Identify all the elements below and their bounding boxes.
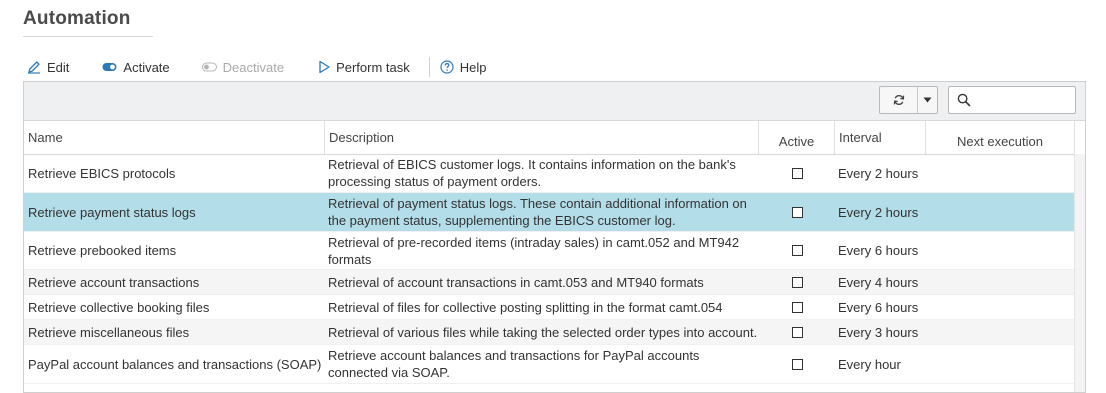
play-icon xyxy=(319,60,330,74)
cell-active xyxy=(760,193,834,231)
active-checkbox[interactable] xyxy=(791,167,803,179)
toggle-off-icon xyxy=(201,62,217,72)
toggle-on-icon xyxy=(102,63,117,71)
cell-interval: Every hour xyxy=(838,356,901,372)
search-input[interactable] xyxy=(977,90,1073,112)
help-circle-icon xyxy=(440,60,454,74)
automation-grid: Name Description Active Interval Next ex… xyxy=(23,81,1086,393)
cell-description: Retrieval of various files while taking … xyxy=(328,324,758,340)
cell-name: Retrieve miscellaneous files xyxy=(28,324,190,340)
deactivate-button[interactable]: Deactivate xyxy=(201,59,285,75)
page-title: Automation xyxy=(23,8,131,29)
activate-label: Activate xyxy=(123,59,170,75)
table-row[interactable]: Retrieve payment status logs Retrieval o… xyxy=(24,193,1074,232)
activate-button[interactable]: Activate xyxy=(102,59,170,75)
cell-description: Retrieval of files for collective postin… xyxy=(328,299,723,315)
search-field[interactable] xyxy=(948,86,1076,114)
cell-description: Retrieval of account transactions in cam… xyxy=(328,274,704,290)
cell-active xyxy=(760,295,834,319)
table-row[interactable]: Retrieve collective booking files Retrie… xyxy=(24,295,1074,320)
cell-active xyxy=(760,270,834,294)
table-row[interactable]: Retrieve miscellaneous files Retrieval o… xyxy=(24,320,1074,345)
column-header-next-execution-label: Next execution xyxy=(957,134,1043,149)
column-header-interval-label: Interval xyxy=(839,130,882,145)
cell-interval: Every 4 hours xyxy=(838,274,919,290)
deactivate-label: Deactivate xyxy=(222,59,285,75)
cell-name: PayPal account balances and transactions… xyxy=(28,356,322,372)
edit-label: Edit xyxy=(47,59,70,75)
refresh-dropdown-button[interactable] xyxy=(917,87,937,113)
column-header-interval[interactable]: Interval xyxy=(835,121,926,154)
active-checkbox[interactable] xyxy=(791,301,803,313)
cell-active xyxy=(760,320,834,344)
cell-name: Retrieve prebooked items xyxy=(28,243,177,258)
table-row[interactable]: Retrieve prebooked items Retrieval of pr… xyxy=(24,232,1074,270)
perform-task-label: Perform task xyxy=(336,59,410,75)
active-checkbox[interactable] xyxy=(791,326,803,338)
refresh-button[interactable] xyxy=(880,87,918,113)
cell-interval: Every 3 hours xyxy=(838,324,919,340)
active-checkbox[interactable] xyxy=(791,276,803,288)
active-checkbox[interactable] xyxy=(791,358,803,370)
column-header-active[interactable]: Active xyxy=(759,121,835,154)
column-header-active-label: Active xyxy=(778,134,815,149)
column-header-name[interactable]: Name xyxy=(24,121,325,154)
toolbar-separator xyxy=(428,57,430,77)
column-header-next-execution[interactable]: Next execution xyxy=(926,121,1075,154)
cell-active xyxy=(760,154,834,192)
caret-down-icon xyxy=(923,97,931,103)
column-header-name-label: Name xyxy=(28,130,63,145)
table-row[interactable]: Retrieve EBICS protocols Retrieval of EB… xyxy=(24,154,1074,193)
refresh-icon xyxy=(893,95,904,105)
search-icon xyxy=(957,93,971,107)
column-header-description[interactable]: Description xyxy=(325,121,759,154)
perform-task-button[interactable]: Perform task xyxy=(318,60,410,75)
cell-description: Retrieval of EBICS customer logs. It con… xyxy=(328,157,736,189)
cell-description: Retrieval of payment status logs. These … xyxy=(328,196,747,228)
cell-name: Retrieve EBICS protocols xyxy=(28,165,176,181)
active-checkbox[interactable] xyxy=(791,206,803,218)
cell-interval: Every 6 hours xyxy=(838,299,919,315)
edit-button[interactable]: Edit xyxy=(27,60,69,75)
table-row[interactable]: PayPal account balances and transactions… xyxy=(24,345,1074,384)
pencil-icon xyxy=(28,61,40,74)
toolbar: Edit Activate Deactivate Perform task He… xyxy=(23,57,487,77)
help-button[interactable]: Help xyxy=(440,60,487,75)
table-row[interactable]: Retrieve account transactions Retrieval … xyxy=(24,270,1074,295)
cell-name: Retrieve payment status logs xyxy=(28,204,196,220)
cell-active xyxy=(760,345,834,383)
column-header-description-label: Description xyxy=(329,130,395,145)
help-label: Help xyxy=(459,59,487,75)
active-checkbox[interactable] xyxy=(791,245,803,256)
cell-interval: Every 2 hours xyxy=(838,204,919,220)
cell-description: Retrieve account balances and transactio… xyxy=(328,348,700,380)
cell-name: Retrieve account transactions xyxy=(28,274,200,290)
title-underline xyxy=(23,36,153,37)
vertical-scrollbar[interactable] xyxy=(1074,154,1085,392)
cell-description: Retrieval of pre-recorded items (intrada… xyxy=(328,234,740,267)
cell-interval: Every 2 hours xyxy=(838,165,919,181)
cell-name: Retrieve collective booking files xyxy=(28,299,210,315)
grid-toolbar xyxy=(24,82,1085,121)
cell-active xyxy=(760,232,834,269)
table-header: Name Description Active Interval Next ex… xyxy=(24,121,1085,155)
refresh-button-group xyxy=(879,86,938,114)
cell-interval: Every 6 hours xyxy=(838,243,919,258)
